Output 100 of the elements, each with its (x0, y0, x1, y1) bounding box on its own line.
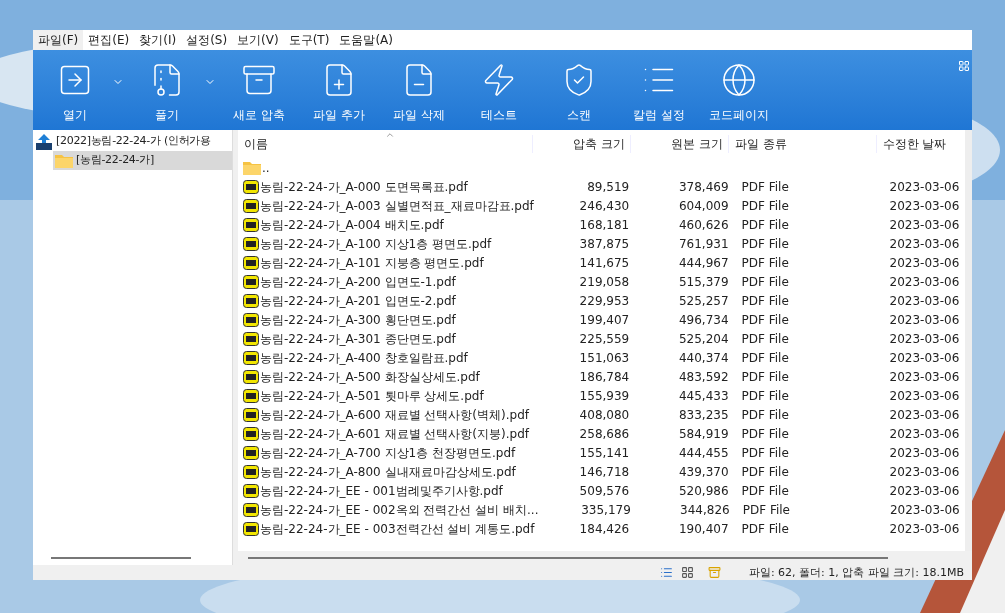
menu-item[interactable]: 편집(E) (83, 30, 135, 50)
table-cell: 219,058 (579, 274, 630, 289)
table-cell: PDF File (741, 236, 789, 251)
file-name[interactable]: 농림-22-24-가_A-501 툇마루 상세도.pdf (260, 386, 484, 405)
toolbar-button[interactable]: 풀기 (132, 62, 202, 124)
details-view-icon[interactable] (659, 566, 673, 579)
toolbar-button[interactable]: 코드페이지 (704, 62, 774, 124)
pdf-file-icon (243, 483, 259, 498)
zip-archive-icon (35, 132, 53, 151)
table-cell: 190,407 (678, 521, 729, 536)
table-cell: 186,784 (579, 369, 630, 384)
file-name[interactable]: 농림-22-24-가_A-800 실내재료마감상세도.pdf (260, 462, 516, 481)
file-name[interactable]: 농림-22-24-가_A-700 지상1층 천장평면도.pdf (260, 443, 516, 462)
table-cell: 833,235 (678, 407, 729, 422)
file-name[interactable]: 농림-22-24-가_EE - 003전력간선 설비 계통도.pdf (260, 519, 535, 538)
table-cell: 89,519 (587, 179, 630, 194)
toolbar-button[interactable]: 새로 압축 (224, 62, 294, 124)
thumbnail-view-icon[interactable] (680, 566, 694, 579)
file-name[interactable]: 농림-22-24-가_A-003 실별면적표_재료마감표.pdf (260, 196, 534, 215)
file-name[interactable]: 농림-22-24-가_A-500 화장실상세도.pdf (260, 367, 480, 386)
pdf-file-icon (243, 445, 259, 460)
toolbar-button[interactable]: 스캔 (544, 62, 614, 124)
menu-item[interactable]: 파일(F) (33, 30, 84, 50)
file-name[interactable]: 농림-22-24-가_A-400 창호일람표.pdf (260, 348, 468, 367)
pdf-file-icon (243, 426, 259, 441)
table-cell: 168,181 (579, 217, 630, 232)
pdf-file-icon (243, 293, 259, 308)
archive-icon[interactable] (707, 566, 721, 579)
tree-item[interactable]: [2022]농림-22-24-가 (인허가용 (33, 132, 232, 151)
table-cell: PDF File (741, 179, 789, 194)
file-name[interactable]: 농림-22-24-가_A-200 입면도-1.pdf (260, 272, 456, 291)
scrollbar[interactable] (965, 130, 972, 551)
table-cell: 387,875 (579, 236, 630, 251)
toolbar-button[interactable]: 칼럼 설정 (624, 62, 694, 124)
file-name[interactable]: 농림-22-24-가_A-300 횡단면도.pdf (260, 310, 456, 329)
menu-item[interactable]: 찾기(I) (134, 30, 182, 50)
column-header[interactable]: 원본 크기 (630, 135, 730, 153)
table-cell: 2023-03-06 (889, 350, 960, 365)
pdf-file-icon (243, 521, 259, 536)
menu-item[interactable]: 보기(V) (232, 30, 284, 50)
tree-item[interactable]: [농림-22-24-가] (53, 151, 232, 170)
pdf-file-icon (243, 198, 259, 213)
table-cell: PDF File (741, 369, 789, 384)
table-cell: 344,826 (680, 502, 730, 517)
menu-item[interactable]: 도구(T) (283, 30, 335, 50)
toolbar-button[interactable]: 테스트 (464, 62, 534, 124)
globe-icon (721, 62, 757, 98)
status-text: 파일: 62, 폴더: 1, 압축 파일 크기: 18.1MB (748, 565, 964, 580)
table-cell: 225,559 (579, 331, 630, 346)
file-name[interactable]: 농림-22-24-가_A-101 지붕층 평면도.pdf (260, 253, 484, 272)
file-name[interactable]: 농림-22-24-가_EE - 001범례및주기사항.pdf (260, 481, 503, 500)
table-cell: 335,179 (581, 502, 631, 517)
file-name[interactable]: 농림-22-24-가_A-601 재료별 선택사항(지붕).pdf (260, 424, 529, 443)
table-cell: 604,009 (678, 198, 729, 213)
menu-item[interactable]: 도움말(A) (334, 30, 398, 50)
toolbar-button[interactable]: 파일 삭제 (384, 62, 454, 124)
table-cell: 155,141 (579, 445, 630, 460)
table-cell: PDF File (742, 502, 790, 517)
table-cell: 2023-03-06 (889, 198, 960, 213)
table-cell: 2023-03-06 (889, 445, 960, 460)
table-cell: 460,626 (678, 217, 729, 232)
table-cell: PDF File (741, 293, 789, 308)
file-name[interactable]: 농림-22-24-가_A-301 종단면도.pdf (260, 329, 456, 348)
table-cell: 2023-03-06 (889, 293, 960, 308)
file-name[interactable]: 농림-22-24-가_A-004 배치도.pdf (260, 215, 444, 234)
table-cell: 2023-03-06 (889, 312, 960, 327)
table-cell: 496,734 (678, 312, 729, 327)
pdf-file-icon (243, 350, 259, 365)
column-header[interactable]: 이름 (238, 135, 533, 153)
view-grid-icon[interactable] (958, 60, 970, 72)
table-cell: 2023-03-06 (889, 274, 960, 289)
menu-item[interactable]: 설정(S) (181, 30, 233, 50)
table-cell: 2023-03-06 (889, 217, 960, 232)
file-name[interactable]: 농림-22-24-가_A-000 도면목록표.pdf (260, 177, 468, 196)
table-cell: PDF File (741, 312, 789, 327)
column-header[interactable]: 압축 크기 (532, 135, 631, 153)
file-name[interactable]: 농림-22-24-가_A-201 입면도-2.pdf (260, 291, 456, 310)
table-cell: 445,433 (678, 388, 729, 403)
pdf-file-icon (243, 388, 259, 403)
pdf-file-icon (243, 179, 259, 194)
table-cell: 2023-03-06 (889, 331, 960, 346)
toolbar-button[interactable]: 열기 (40, 62, 110, 124)
table-cell: 483,592 (678, 369, 729, 384)
table-cell: PDF File (741, 255, 789, 270)
pdf-file-icon (243, 312, 259, 327)
pdf-file-icon (243, 217, 259, 232)
column-header[interactable]: 파일 종류 (729, 135, 877, 153)
file-name[interactable]: 농림-22-24-가_EE - 002옥외 전력간선 설비 배치... (260, 500, 539, 519)
table-cell: 229,953 (579, 293, 630, 308)
table-cell: 525,204 (678, 331, 729, 346)
pdf-file-icon (243, 464, 259, 479)
file-name[interactable]: 농림-22-24-가_A-100 지상1층 평면도.pdf (260, 234, 492, 253)
table-cell: 509,576 (579, 483, 630, 498)
file-name[interactable]: 농림-22-24-가_A-600 재료별 선택사항(벽체).pdf (260, 405, 529, 424)
table-cell: 155,939 (579, 388, 630, 403)
table-cell: 258,686 (579, 426, 630, 441)
toolbar-button[interactable]: 파일 추가 (304, 62, 374, 124)
column-header[interactable]: 수정한 날짜 (876, 135, 965, 153)
table-cell: 2023-03-06 (889, 407, 960, 422)
file-name[interactable]: .. (262, 158, 270, 177)
